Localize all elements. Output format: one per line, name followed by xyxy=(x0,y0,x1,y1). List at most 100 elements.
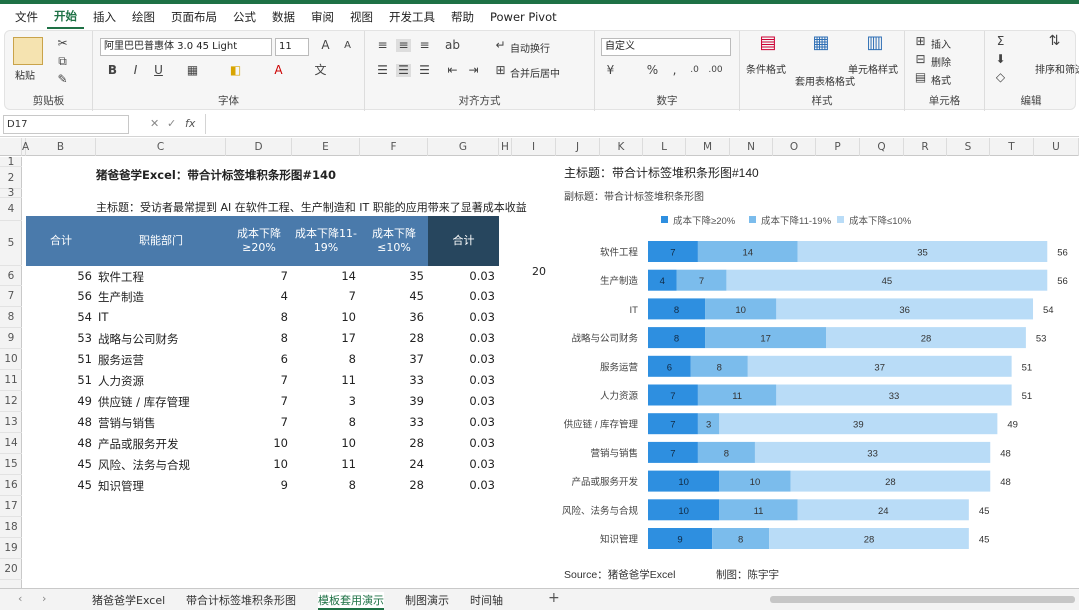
insert-cells-button[interactable]: 插入 xyxy=(931,36,951,51)
table-cell-a[interactable]: 7 xyxy=(226,269,288,283)
row-header-8[interactable]: 8 xyxy=(0,307,22,328)
column-header-K[interactable]: K xyxy=(600,138,643,156)
sheet-title[interactable]: 猪爸爸学Excel：带合计标签堆积条形图#140 xyxy=(96,167,336,183)
table-cell-total[interactable]: 51 xyxy=(26,373,92,387)
table-cell-b[interactable]: 8 xyxy=(292,478,356,492)
tab-zhubaba[interactable]: 猪爸爸学Excel xyxy=(92,592,165,608)
cell-h6[interactable]: 20 xyxy=(532,265,546,278)
table-cell-b[interactable]: 3 xyxy=(292,394,356,408)
column-header-U[interactable]: U xyxy=(1034,138,1079,156)
menu-item-2[interactable]: 插入 xyxy=(86,6,123,28)
format-cells-icon[interactable]: ▤ xyxy=(913,71,928,84)
table-header-5[interactable]: 合计 xyxy=(428,216,499,266)
table-cell-total[interactable]: 56 xyxy=(26,289,92,303)
table-cell-g[interactable]: 0.03 xyxy=(428,373,495,387)
table-cell-c[interactable]: 45 xyxy=(360,289,424,303)
function-icon[interactable]: fx xyxy=(185,117,195,130)
row-header-11[interactable]: 11 xyxy=(0,370,22,391)
table-cell-dept[interactable]: 战略与公司财务 xyxy=(98,331,228,347)
table-cell-c[interactable]: 28 xyxy=(360,478,424,492)
tab-timeline[interactable]: 时间轴 xyxy=(470,592,503,608)
row-header-18[interactable]: 18 xyxy=(0,517,22,538)
table-cell-dept[interactable]: IT xyxy=(98,310,228,324)
cut-icon[interactable]: ✂ xyxy=(55,37,70,50)
align-left-icon[interactable]: ☰ xyxy=(375,64,390,77)
table-cell-dept[interactable]: 营销与销售 xyxy=(98,415,228,431)
column-header-D[interactable]: D xyxy=(226,138,292,156)
table-cell-c[interactable]: 35 xyxy=(360,269,424,283)
font-color-icon[interactable]: A xyxy=(271,64,286,77)
table-cell-a[interactable]: 7 xyxy=(226,394,288,408)
column-header-E[interactable]: E xyxy=(292,138,360,156)
table-cell-total[interactable]: 53 xyxy=(26,331,92,345)
cell-styles-icon[interactable]: ▥ xyxy=(862,34,888,56)
format-painter-icon[interactable]: ✎ xyxy=(55,73,70,86)
row-header-15[interactable]: 15 xyxy=(0,454,22,475)
accounting-icon[interactable]: ¥ xyxy=(603,64,618,77)
table-cell-c[interactable]: 24 xyxy=(360,457,424,471)
table-cell-c[interactable]: 36 xyxy=(360,310,424,324)
border-icon[interactable]: ▦ xyxy=(185,64,200,77)
font-size-select[interactable]: 11 xyxy=(275,38,309,56)
table-cell-total[interactable]: 56 xyxy=(26,269,92,283)
sheet-subtitle[interactable]: 主标题：受访者最常提到 AI 在软件工程、生产制造和 IT 职能的应用带来了显著… xyxy=(96,199,556,215)
row-header-10[interactable]: 10 xyxy=(0,349,22,370)
table-cell-total[interactable]: 49 xyxy=(26,394,92,408)
shrink-font-icon[interactable]: A xyxy=(340,39,355,52)
copy-icon[interactable]: ⧉ xyxy=(55,55,70,68)
menu-item-9[interactable]: 开发工具 xyxy=(382,6,442,28)
column-header-T[interactable]: T xyxy=(990,138,1034,156)
table-header-3[interactable]: 成本下降11-19% xyxy=(292,216,360,266)
table-cell-g[interactable]: 0.03 xyxy=(428,436,495,450)
menu-item-4[interactable]: 页面布局 xyxy=(164,6,224,28)
table-cell-g[interactable]: 0.03 xyxy=(428,415,495,429)
tab-stacked-bar[interactable]: 带合计标签堆积条形图 xyxy=(186,592,296,608)
table-cell-total[interactable]: 51 xyxy=(26,352,92,366)
align-center-icon[interactable]: ☰ xyxy=(396,64,411,77)
menu-item-11[interactable]: Power Pivot xyxy=(483,7,564,27)
table-cell-a[interactable]: 7 xyxy=(226,415,288,429)
paste-button[interactable]: 粘贴 xyxy=(15,67,35,82)
column-header-P[interactable]: P xyxy=(816,138,860,156)
table-cell-b[interactable]: 8 xyxy=(292,415,356,429)
table-cell-b[interactable]: 14 xyxy=(292,269,356,283)
table-cell-total[interactable]: 45 xyxy=(26,478,92,492)
table-cell-dept[interactable]: 产品或服务开发 xyxy=(98,436,228,452)
table-cell-dept[interactable]: 服务运营 xyxy=(98,352,228,368)
row-header-13[interactable]: 13 xyxy=(0,412,22,433)
tab-draw-demo[interactable]: 制图演示 xyxy=(405,592,449,608)
table-cell-total[interactable]: 45 xyxy=(26,457,92,471)
row-header-14[interactable]: 14 xyxy=(0,433,22,454)
row-header-16[interactable]: 16 xyxy=(0,475,22,496)
format-table-icon[interactable]: ▦ xyxy=(808,34,834,56)
row-header-20[interactable]: 20 xyxy=(0,559,22,580)
table-cell-c[interactable]: 33 xyxy=(360,415,424,429)
table-cell-c[interactable]: 37 xyxy=(360,352,424,366)
column-header-N[interactable]: N xyxy=(730,138,773,156)
row-header-9[interactable]: 9 xyxy=(0,328,22,349)
align-middle-icon[interactable]: ≡ xyxy=(396,39,411,52)
menu-item-5[interactable]: 公式 xyxy=(226,6,263,28)
menu-item-10[interactable]: 帮助 xyxy=(444,6,481,28)
decrease-decimal-icon[interactable]: .00 xyxy=(708,64,723,77)
increase-decimal-icon[interactable]: .0 xyxy=(687,64,702,77)
table-cell-b[interactable]: 17 xyxy=(292,331,356,345)
row-header-17[interactable]: 17 xyxy=(0,496,22,517)
select-all-corner[interactable] xyxy=(0,138,22,156)
wrap-text-button[interactable]: 自动换行 xyxy=(510,40,550,55)
table-header-0[interactable]: 合计 xyxy=(26,216,96,266)
table-cell-a[interactable]: 8 xyxy=(226,331,288,345)
table-cell-g[interactable]: 0.03 xyxy=(428,394,495,408)
indent-icon[interactable]: ⇤ xyxy=(445,64,460,77)
add-sheet-icon[interactable]: + xyxy=(548,590,560,606)
horizontal-scrollbar[interactable] xyxy=(770,596,1075,603)
table-cell-dept[interactable]: 人力资源 xyxy=(98,373,228,389)
paste-icon[interactable] xyxy=(13,37,43,65)
sort-filter-button[interactable]: 排序和筛选 xyxy=(1035,61,1079,76)
align-bottom-icon[interactable]: ≡ xyxy=(417,39,432,52)
table-cell-g[interactable]: 0.03 xyxy=(428,478,495,492)
fill-color-icon[interactable]: ◧ xyxy=(228,64,243,77)
font-name-select[interactable]: 阿里巴巴普惠体 3.0 45 Light xyxy=(100,38,272,56)
menu-item-7[interactable]: 审阅 xyxy=(304,6,341,28)
row-header-1[interactable]: 1 xyxy=(0,157,22,167)
